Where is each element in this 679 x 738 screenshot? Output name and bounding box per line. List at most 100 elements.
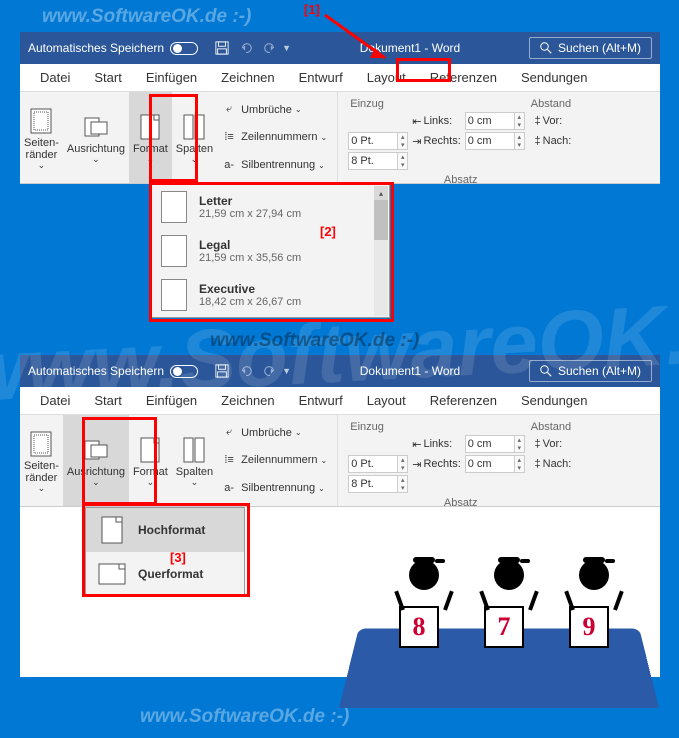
breaks-icon: ⤶: [221, 425, 237, 441]
orientation-label: Ausrichtung: [67, 466, 125, 478]
orientation-option[interactable]: Hochformat: [86, 508, 244, 552]
menu-start[interactable]: Start: [82, 66, 133, 89]
undo-icon[interactable]: [238, 40, 254, 56]
undo-icon[interactable]: [238, 363, 254, 379]
vor-label: Vor:: [543, 438, 563, 450]
orientation-option[interactable]: Querformat: [86, 552, 244, 596]
indent-right-input[interactable]: 0 cm: [465, 132, 515, 150]
menu-datei[interactable]: Datei: [28, 389, 82, 412]
space-before-input[interactable]: 0 Pt.: [348, 455, 398, 473]
hyphen-icon: a-: [221, 480, 237, 496]
space-before-input[interactable]: 0 Pt.: [348, 132, 398, 150]
format-button[interactable]: Format ⌄: [129, 415, 172, 506]
indent-left-input[interactable]: 0 cm: [465, 435, 515, 453]
space-before-icon: ‡: [535, 115, 541, 127]
scrollbar[interactable]: ▴: [374, 186, 388, 316]
menu-einfuegen[interactable]: Einfügen: [134, 66, 209, 89]
scroll-up-icon[interactable]: ▴: [374, 186, 388, 200]
spinner[interactable]: ▴▾: [398, 455, 408, 473]
menu-zeichnen[interactable]: Zeichnen: [209, 66, 286, 89]
menu-zeichnen[interactable]: Zeichnen: [209, 389, 286, 412]
absatz-label: Absatz: [344, 495, 577, 509]
save-icon[interactable]: [214, 40, 230, 56]
orientation-button[interactable]: Ausrichtung ⌄: [63, 92, 129, 183]
redo-icon[interactable]: [262, 363, 278, 379]
format-option[interactable]: Letter 21,59 cm x 27,94 cm: [151, 185, 389, 229]
spinner[interactable]: ▴▾: [515, 112, 525, 130]
breaks-label: Umbrüche: [241, 427, 292, 439]
spinner[interactable]: ▴▾: [515, 455, 525, 473]
linenum-icon: ⁞≡: [221, 452, 237, 468]
margins-button[interactable]: Seiten- ränder ⌄: [20, 92, 63, 183]
margins-button[interactable]: Seiten- ränder ⌄: [20, 415, 63, 506]
hyphen-label: Silbentrennung: [241, 159, 315, 171]
links-label: Links:: [423, 438, 452, 450]
annotation-1: [1]: [304, 2, 320, 17]
indent-header: Einzug: [348, 98, 461, 110]
nach-label: Nach:: [543, 135, 572, 147]
orientation-icon: [82, 113, 110, 141]
links-label: Links:: [423, 115, 452, 127]
indent-left-input[interactable]: 0 cm: [465, 112, 515, 130]
menu-einfuegen[interactable]: Einfügen: [134, 389, 209, 412]
menu-referenzen[interactable]: Referenzen: [418, 389, 509, 412]
menu-layout[interactable]: Layout: [355, 389, 418, 412]
columns-button[interactable]: Spalten ⌄: [172, 92, 217, 183]
format-option-title: Executive: [199, 282, 301, 296]
hyphenation-button[interactable]: a-Silbentrennung⌄: [219, 156, 329, 174]
columns-button[interactable]: Spalten ⌄: [172, 415, 217, 506]
format-button[interactable]: Format ⌄: [129, 92, 172, 183]
line-numbers-button[interactable]: ⁞≡Zeilennummern⌄: [219, 128, 329, 146]
judge-score-card: 7: [484, 606, 524, 648]
line-numbers-button[interactable]: ⁞≡Zeilennummern⌄: [219, 451, 329, 469]
margins-icon: [27, 430, 55, 458]
judge-figure: 9: [569, 560, 619, 648]
orientation-dropdown: Hochformat Querformat: [85, 507, 245, 597]
columns-icon: [180, 436, 208, 464]
redo-icon[interactable]: [262, 40, 278, 56]
watermark-top: www.SoftwareOK.de :-): [42, 6, 251, 28]
orientation-button[interactable]: Ausrichtung ⌄: [63, 415, 129, 506]
ribbon-2: Seiten- ränder ⌄ Ausrichtung ⌄ Format ⌄ …: [20, 415, 660, 507]
titlebar-2: Automatisches Speichern ▼ Dokument1 - Wo…: [20, 355, 660, 387]
autosave-toggle[interactable]: [170, 365, 198, 378]
format-option[interactable]: Legal 21,59 cm x 35,56 cm: [151, 229, 389, 273]
menu-referenzen[interactable]: Referenzen: [418, 66, 509, 89]
format-option-size: 21,59 cm x 27,94 cm: [199, 208, 301, 220]
format-option[interactable]: Executive 18,42 cm x 26,67 cm: [151, 273, 389, 317]
search-box[interactable]: Suchen (Alt+M): [529, 37, 652, 59]
chevron-down-icon: ⌄: [38, 161, 46, 169]
chevron-down-icon: ⌄: [38, 484, 46, 492]
indent-right-input[interactable]: 0 cm: [465, 455, 515, 473]
rechts-label: Rechts:: [423, 458, 460, 470]
format-option-size: 18,42 cm x 26,67 cm: [199, 296, 301, 308]
arrow-1: [320, 10, 400, 70]
autosave-toggle[interactable]: [170, 42, 198, 55]
menu-sendungen[interactable]: Sendungen: [509, 66, 600, 89]
page-icon: [161, 235, 187, 267]
save-icon[interactable]: [214, 363, 230, 379]
space-after-input[interactable]: 8 Pt.: [348, 475, 398, 493]
space-after-input[interactable]: 8 Pt.: [348, 152, 398, 170]
linenum-label: Zeilennummern: [241, 131, 317, 143]
spinner[interactable]: ▴▾: [515, 435, 525, 453]
spinner[interactable]: ▴▾: [398, 132, 408, 150]
autosave-label: Automatisches Speichern: [28, 364, 164, 378]
breaks-button[interactable]: ⤶Umbrüche⌄: [219, 101, 329, 119]
breaks-button[interactable]: ⤶Umbrüche⌄: [219, 424, 329, 442]
spinner[interactable]: ▴▾: [515, 132, 525, 150]
indent-left-icon: ⇤: [412, 115, 421, 128]
hyphenation-button[interactable]: a-Silbentrennung⌄: [219, 479, 329, 497]
menu-entwurf[interactable]: Entwurf: [287, 389, 355, 412]
spinner[interactable]: ▴▾: [398, 475, 408, 493]
chevron-down-icon: ⌄: [147, 478, 155, 486]
search-box[interactable]: Suchen (Alt+M): [529, 360, 652, 382]
menu-start[interactable]: Start: [82, 389, 133, 412]
scroll-thumb[interactable]: [374, 200, 388, 240]
menu-sendungen[interactable]: Sendungen: [509, 389, 600, 412]
menu-datei[interactable]: Datei: [28, 66, 82, 89]
spinner[interactable]: ▴▾: [398, 152, 408, 170]
judge-head: [494, 560, 524, 590]
orientation-option-title: Querformat: [138, 567, 203, 581]
orientation-icon: [96, 558, 128, 590]
